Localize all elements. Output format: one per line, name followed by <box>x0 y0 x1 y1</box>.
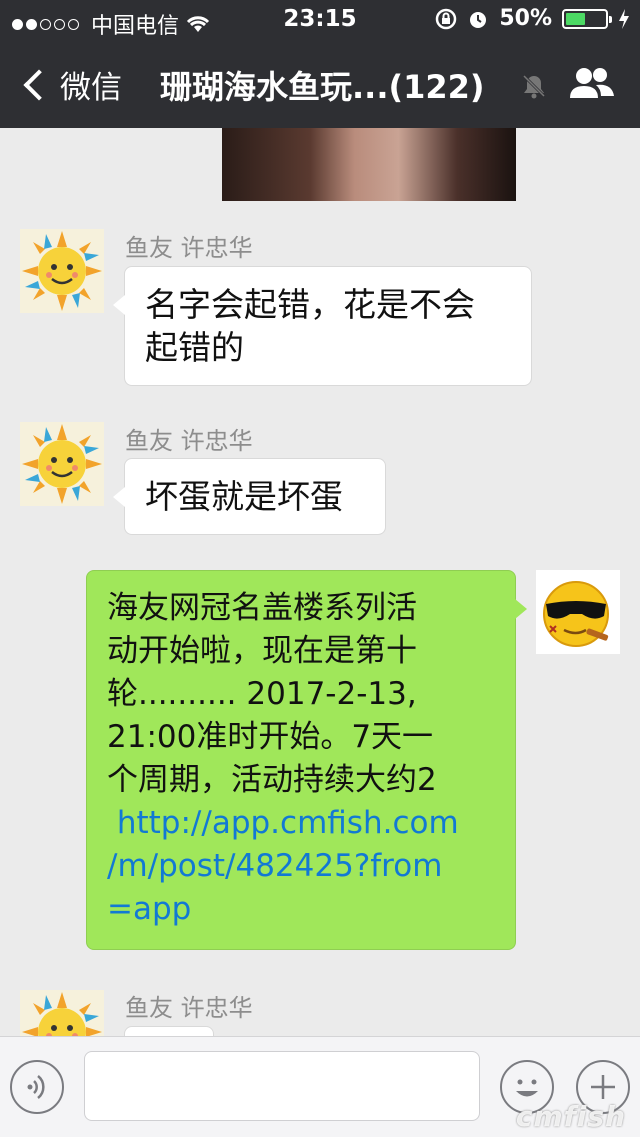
avatar[interactable] <box>20 990 104 1036</box>
message-text: 坏蛋就是坏蛋 <box>145 477 343 516</box>
sender-name: 鱼友 许忠华 <box>125 427 253 455</box>
mute-bell-icon <box>522 74 546 99</box>
voice-icon <box>27 1075 45 1099</box>
message-bubble-self[interactable]: 海友网冠名盖楼系列活 动开始啦，现在是第十 轮.......... 2017-2… <box>86 570 527 950</box>
rotation-lock-icon <box>436 8 457 29</box>
charging-icon <box>619 8 629 29</box>
image-message[interactable] <box>222 128 516 201</box>
message-link[interactable]: http://app.cmfish.com <box>107 802 495 845</box>
message-text-line: 21:00准时开始。7天一 <box>107 719 434 755</box>
avatar[interactable] <box>20 422 104 506</box>
top-bar: 中国电信 23:15 50% 微信 珊瑚海水鱼玩...(122) <box>0 0 640 128</box>
message-text-line: 个周期，活动持续大约2 <box>107 762 437 798</box>
input-bar: cmfish <box>0 1036 640 1137</box>
battery-icon <box>562 8 612 29</box>
message-bubble[interactable] <box>124 1026 214 1036</box>
message-bubble[interactable]: 名字会起错，花是不会 起错的 <box>113 266 532 386</box>
alarm-icon <box>470 11 487 28</box>
navigation-bar: 微信 珊瑚海水鱼玩...(122) <box>0 40 640 128</box>
chat-area[interactable]: 鱼友 许忠华 名字会起错，花是不会 起错的 鱼友 许忠华 坏蛋就是坏蛋 海友网冠… <box>0 128 640 1036</box>
message-text-line: 海友网冠名盖楼系列活 <box>107 590 417 626</box>
chat-title: 珊瑚海水鱼玩...(122) <box>160 68 485 106</box>
sun-avatar-icon <box>22 992 102 1036</box>
group-members-icon[interactable] <box>566 64 618 104</box>
sun-avatar-icon <box>22 231 102 311</box>
back-button[interactable]: 微信 <box>18 62 122 107</box>
message-text-line: 起错的 <box>145 328 244 367</box>
message-bubble[interactable]: 坏蛋就是坏蛋 <box>113 458 386 535</box>
message-text-line: 动开始啦，现在是第十 <box>107 633 417 669</box>
message-link[interactable]: /m/post/482425?from <box>107 845 495 888</box>
watermark: cmfish <box>515 1100 626 1133</box>
back-label: 微信 <box>60 70 122 106</box>
message-link[interactable]: =app <box>107 888 495 931</box>
voice-button[interactable] <box>10 1060 64 1114</box>
message-text-line: 名字会起错，花是不会 <box>145 285 475 324</box>
sunglasses-emoji-icon <box>543 581 609 647</box>
avatar-self[interactable] <box>536 570 620 654</box>
sender-name: 鱼友 许忠华 <box>125 994 253 1022</box>
avatar[interactable] <box>20 229 104 313</box>
chevron-left-icon <box>23 68 55 101</box>
sender-name: 鱼友 许忠华 <box>125 234 253 262</box>
status-bar: 中国电信 23:15 50% <box>0 0 640 40</box>
sun-avatar-icon <box>22 424 102 504</box>
message-text-line: 轮.......... 2017-2-13, <box>107 676 417 712</box>
message-input[interactable] <box>84 1051 480 1121</box>
battery-percent: 50% <box>499 6 552 31</box>
